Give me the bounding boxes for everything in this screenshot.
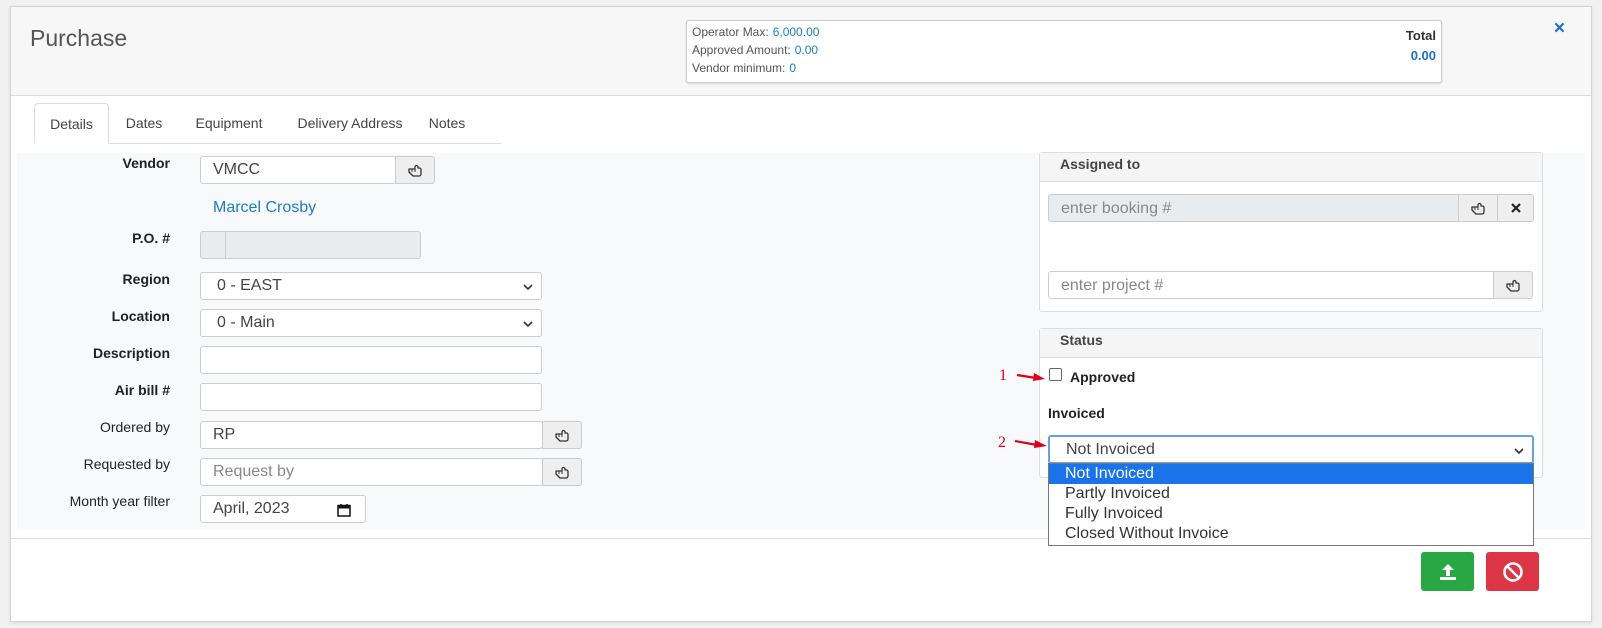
approved-checkbox[interactable] — [1049, 368, 1062, 381]
month-year-label: Month year filter — [69, 493, 170, 509]
assigned-to-heading: Assigned to — [1040, 153, 1542, 182]
tab-notes[interactable]: Notes — [422, 103, 472, 144]
invoiced-select-value: Not Invoiced — [1066, 441, 1155, 458]
po-number-field — [225, 231, 421, 259]
upload-icon — [1439, 563, 1456, 580]
tab-equipment[interactable]: Equipment — [182, 103, 276, 144]
invoiced-option[interactable]: Not Invoiced — [1049, 464, 1533, 484]
booking-input[interactable]: enter booking # — [1048, 194, 1459, 222]
region-select[interactable]: 0 - EAST — [200, 272, 542, 300]
chevron-down-icon — [1514, 448, 1524, 455]
project-input[interactable]: enter project # — [1048, 271, 1494, 299]
chevron-down-icon — [523, 321, 533, 328]
month-year-value: April, 2023 — [213, 500, 290, 517]
save-button[interactable] — [1421, 552, 1474, 591]
invoiced-option[interactable]: Closed Without Invoice — [1049, 524, 1533, 544]
tab-dates[interactable]: Dates — [116, 103, 172, 144]
annotation-number: 2 — [998, 434, 1006, 451]
airbill-label: Air bill # — [114, 382, 170, 398]
vendor-label: Vendor — [122, 155, 170, 171]
modal-title: Purchase — [30, 25, 128, 51]
tab-delivery-address[interactable]: Delivery Address — [288, 103, 412, 144]
approved-amount-value: 0.00 — [794, 43, 819, 57]
vendor-input[interactable]: VMCC — [200, 156, 396, 184]
vendor-minimum-label: Vendor minimum: — [692, 61, 786, 75]
cancel-button[interactable] — [1486, 552, 1539, 591]
close-icon — [1510, 203, 1521, 213]
modal-header: Purchase Operator Max: 6,000.00 Approved … — [11, 7, 1591, 96]
close-icon[interactable]: × — [1554, 18, 1565, 40]
operator-max-value: 6,000.00 — [772, 25, 820, 39]
vendor-contact-link[interactable]: Marcel Crosby — [213, 199, 316, 217]
ban-icon — [1502, 561, 1523, 582]
ordered-by-lookup-button[interactable] — [542, 421, 582, 449]
invoiced-option[interactable]: Partly Invoiced — [1049, 484, 1533, 504]
annotation-arrow-icon — [1014, 439, 1047, 448]
airbill-input[interactable] — [200, 383, 542, 411]
tab-bar: Details Dates Equipment Delivery Address… — [34, 103, 501, 144]
annotation-number: 1 — [999, 367, 1007, 384]
description-input[interactable] — [200, 346, 542, 374]
invoiced-label: Invoiced — [1048, 405, 1105, 421]
tab-details[interactable]: Details — [34, 103, 109, 144]
summary-box: Operator Max: 6,000.00 Approved Amount: 0.… — [686, 20, 1442, 83]
pointer-hand-icon — [555, 466, 569, 479]
pointer-hand-icon — [555, 429, 569, 442]
invoiced-select[interactable]: Not Invoiced — [1048, 435, 1534, 464]
total-label: Total — [1405, 28, 1436, 43]
vendor-lookup-button[interactable] — [395, 156, 435, 184]
location-select-value: 0 - Main — [217, 314, 275, 331]
approved-label: Approved — [1070, 369, 1136, 385]
region-label: Region — [122, 271, 170, 287]
po-prefix-field — [200, 231, 226, 259]
booking-clear-button[interactable] — [1497, 194, 1534, 222]
project-lookup-button[interactable] — [1493, 271, 1533, 299]
month-year-input[interactable]: April, 2023 — [200, 495, 366, 523]
vendor-minimum-row: Vendor minimum: 0 — [692, 61, 796, 75]
annotation-arrow-icon — [1016, 373, 1045, 381]
ordered-by-label: Ordered by — [99, 419, 170, 435]
booking-lookup-button[interactable] — [1458, 194, 1498, 222]
location-select[interactable]: 0 - Main — [200, 309, 542, 337]
pointer-hand-icon — [408, 164, 422, 177]
location-label: Location — [111, 308, 170, 324]
status-heading: Status — [1040, 329, 1542, 358]
requested-by-input[interactable]: Request by — [200, 458, 543, 486]
invoiced-options-list: Not Invoiced Partly Invoiced Fully Invoi… — [1048, 463, 1534, 546]
region-select-value: 0 - EAST — [217, 277, 282, 294]
description-label: Description — [92, 345, 170, 361]
vendor-minimum-value: 0 — [789, 61, 797, 75]
pointer-hand-icon — [1506, 279, 1520, 292]
operator-max-label: Operator Max: — [692, 25, 769, 39]
approved-amount-row: Approved Amount: 0.00 — [692, 43, 818, 57]
requested-by-lookup-button[interactable] — [542, 458, 582, 486]
pointer-hand-icon — [1471, 202, 1485, 215]
invoiced-option[interactable]: Fully Invoiced — [1049, 504, 1533, 524]
requested-by-label: Requested by — [83, 456, 170, 472]
chevron-down-icon — [523, 284, 533, 291]
operator-max-row: Operator Max: 6,000.00 — [692, 25, 819, 39]
ordered-by-input[interactable]: RP — [200, 421, 543, 449]
total-value: 0.00 — [1410, 48, 1436, 63]
po-label: P.O. # — [132, 230, 170, 246]
calendar-icon[interactable] — [337, 503, 351, 517]
approved-amount-label: Approved Amount: — [692, 43, 791, 57]
